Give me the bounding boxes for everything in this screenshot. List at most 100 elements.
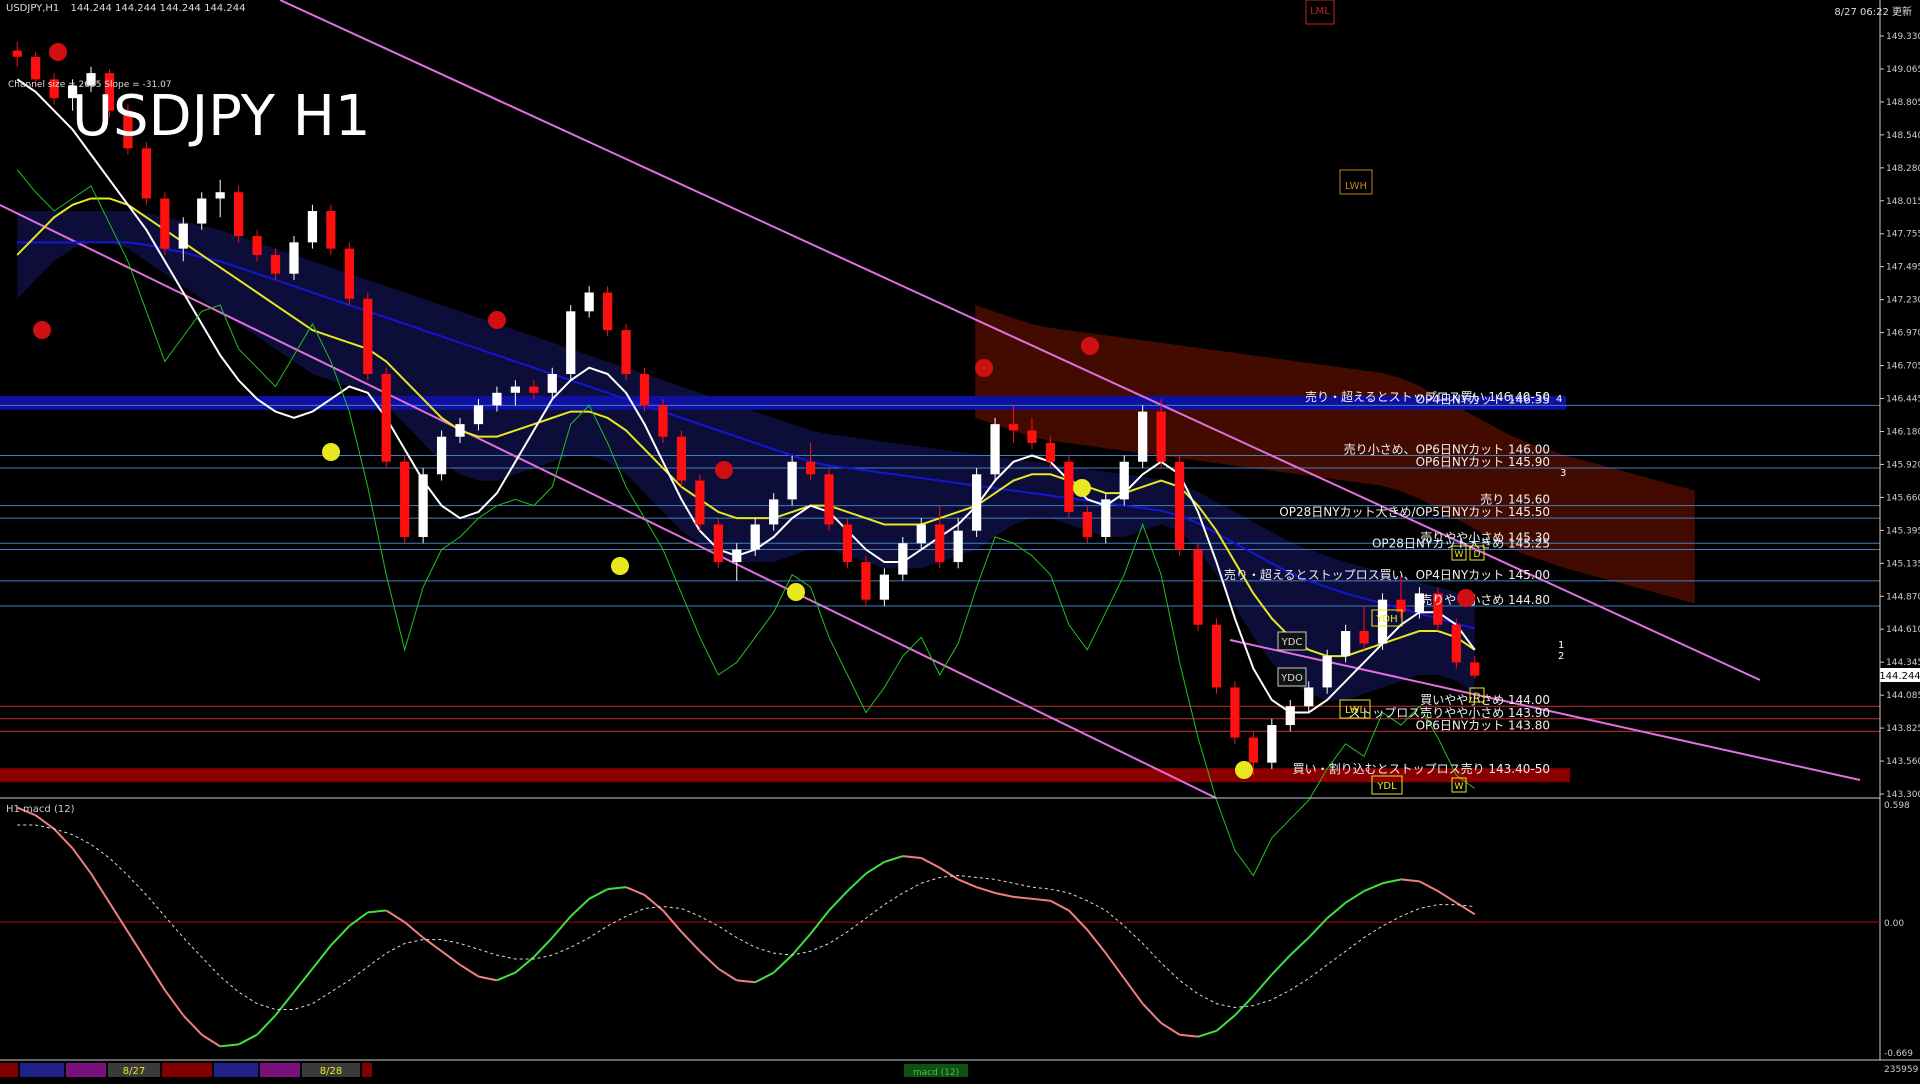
macd-axis-max: 0.598 [1884, 801, 1910, 811]
candle-body-60 [1119, 461, 1129, 500]
price-tick-label-18: 144.610 [1886, 625, 1920, 635]
candle-body-11 [215, 192, 225, 199]
chart-window[interactable]: 売り・超えるとストップロス買い 146.40-50 OP4日NYカット 146.3… [0, 0, 1920, 1080]
candle-body-71 [1322, 656, 1332, 688]
candle-body-17 [326, 211, 336, 249]
price-tick-label-22: 143.560 [1886, 757, 1920, 767]
level-label-13: 買い・割り込むとストップロス売り 143.40-50 [1293, 761, 1550, 776]
candle-body-10 [197, 198, 207, 224]
candle-body-73 [1359, 631, 1369, 644]
macd-axis-min: -0.669 [1884, 1049, 1913, 1059]
price-tick-label-6: 147.755 [1886, 230, 1920, 240]
level-label-9: 売りやや小さめ 144.80 [1420, 592, 1550, 607]
big-title: USDJPY H1 [72, 84, 371, 149]
candle-body-20 [381, 374, 391, 462]
wave-label-3: 3 [1560, 468, 1566, 479]
candle-body-69 [1285, 706, 1295, 726]
ydo-label: YDO [1280, 673, 1303, 684]
price-tick-label-11: 146.445 [1886, 395, 1920, 405]
candle-body-22 [418, 474, 428, 537]
lwh-label: LWH [1345, 181, 1367, 192]
price-tick-label-0: 149.330 [1886, 32, 1920, 42]
price-tick-label-2: 148.805 [1886, 98, 1920, 108]
price-tick-label-16: 145.135 [1886, 559, 1920, 569]
macd-axis-zero: 0.00 [1884, 919, 1904, 929]
price-tick-label-8: 147.230 [1886, 296, 1920, 306]
candle-body-31 [584, 292, 594, 312]
candle-body-59 [1101, 499, 1111, 537]
candle-body-23 [436, 436, 447, 475]
price-tick-label-3: 148.540 [1886, 131, 1920, 141]
price-tick-label-10: 146.705 [1886, 362, 1920, 372]
price-tick-label-12: 146.180 [1886, 427, 1920, 437]
candle-body-51 [953, 530, 963, 563]
candle-body-1 [31, 56, 41, 80]
candle-body-44 [824, 474, 834, 525]
level-label-1: OP4日NYカット 146.35 [1416, 392, 1550, 406]
level-label-7: OP28日NYカット大きめ 145.25 [1372, 537, 1550, 551]
candle-body-57 [1064, 461, 1074, 512]
candle-body-37 [695, 480, 705, 525]
symbol-header-text: USDJPY,H1 [6, 3, 60, 14]
candle-body-52 [972, 474, 982, 531]
price-tick-label-13: 145.920 [1886, 460, 1920, 470]
w-label-upper: W [1455, 550, 1464, 560]
candle-body-53 [990, 424, 1000, 475]
price-tick-label-23: 143.300 [1886, 790, 1920, 800]
d-label-lower: D [1474, 692, 1481, 702]
wave-label-1: 1 [1558, 640, 1564, 651]
chart-canvas[interactable]: 売り・超えるとストップロス買い 146.40-50OP4日NYカット 146.3… [0, 0, 1920, 1080]
candle-body-16 [307, 211, 318, 243]
ohlc-header-text: 144.244 144.244 144.244 144.244 [70, 3, 246, 14]
candle-body-39 [732, 549, 742, 563]
price-tick-label-20: 144.085 [1886, 691, 1920, 701]
bottom-right-code: 235959 [1884, 1065, 1919, 1075]
candle-body-55 [1027, 430, 1037, 443]
price-tick-label-19: 144.345 [1886, 658, 1920, 668]
candle-body-14 [270, 254, 281, 274]
candle-body-28 [529, 386, 539, 393]
candle-body-32 [603, 292, 613, 331]
price-tick-label-15: 145.395 [1886, 526, 1920, 536]
candle-body-40 [750, 524, 760, 550]
candle-body-7 [141, 148, 151, 199]
wave-label-4: 4 [1556, 394, 1562, 405]
symbol-header: USDJPY,H1 144.244 144.244 144.244 144.24… [6, 3, 245, 14]
w-label-lower: W [1455, 782, 1464, 792]
candle-body-67 [1248, 737, 1258, 763]
candle-body-24 [455, 424, 465, 437]
candle-body-42 [787, 461, 797, 500]
candle-body-62 [1156, 411, 1166, 462]
wave-label-2: 2 [1558, 651, 1564, 662]
price-tick-label-9: 146.970 [1886, 329, 1920, 339]
candle-body-46 [861, 562, 871, 600]
date-tab-827-label: 8/27 [123, 1066, 145, 1077]
level-label-3: OP6日NYカット 145.90 [1416, 455, 1550, 469]
candle-body-45 [842, 524, 853, 563]
level-label-5: OP28日NYカット大きめ/OP5日NYカット 145.50 [1279, 505, 1550, 519]
candle-body-58 [1082, 511, 1092, 537]
candle-body-65 [1211, 624, 1222, 688]
lml-label: LML [1310, 6, 1330, 17]
candle-body-61 [1138, 411, 1148, 462]
candle-body-41 [769, 499, 779, 525]
candle-body-43 [805, 461, 816, 475]
level-label-12: OP6日NYカット 143.80 [1416, 718, 1550, 732]
price-tick-label-14: 145.660 [1886, 493, 1920, 503]
candle-body-8 [160, 198, 170, 249]
price-tick-label-1: 149.065 [1886, 65, 1920, 75]
macd-label: H1 macd (12) [6, 804, 75, 815]
d-label-upper: D [1474, 550, 1481, 560]
candle-body-72 [1341, 631, 1351, 657]
candle-body-70 [1304, 687, 1314, 707]
ydh-label: YDH [1375, 614, 1397, 625]
candle-body-66 [1230, 687, 1240, 738]
price-tick-label-7: 147.495 [1886, 263, 1920, 273]
price-tick-label-4: 148.280 [1886, 164, 1920, 174]
date-tab-828-label: 8/28 [320, 1066, 342, 1077]
price-tick-label-17: 144.870 [1886, 592, 1920, 602]
candle-body-18 [344, 248, 354, 299]
candle-body-29 [547, 374, 557, 393]
candle-body-47 [879, 574, 889, 600]
candle-body-64 [1193, 549, 1203, 625]
